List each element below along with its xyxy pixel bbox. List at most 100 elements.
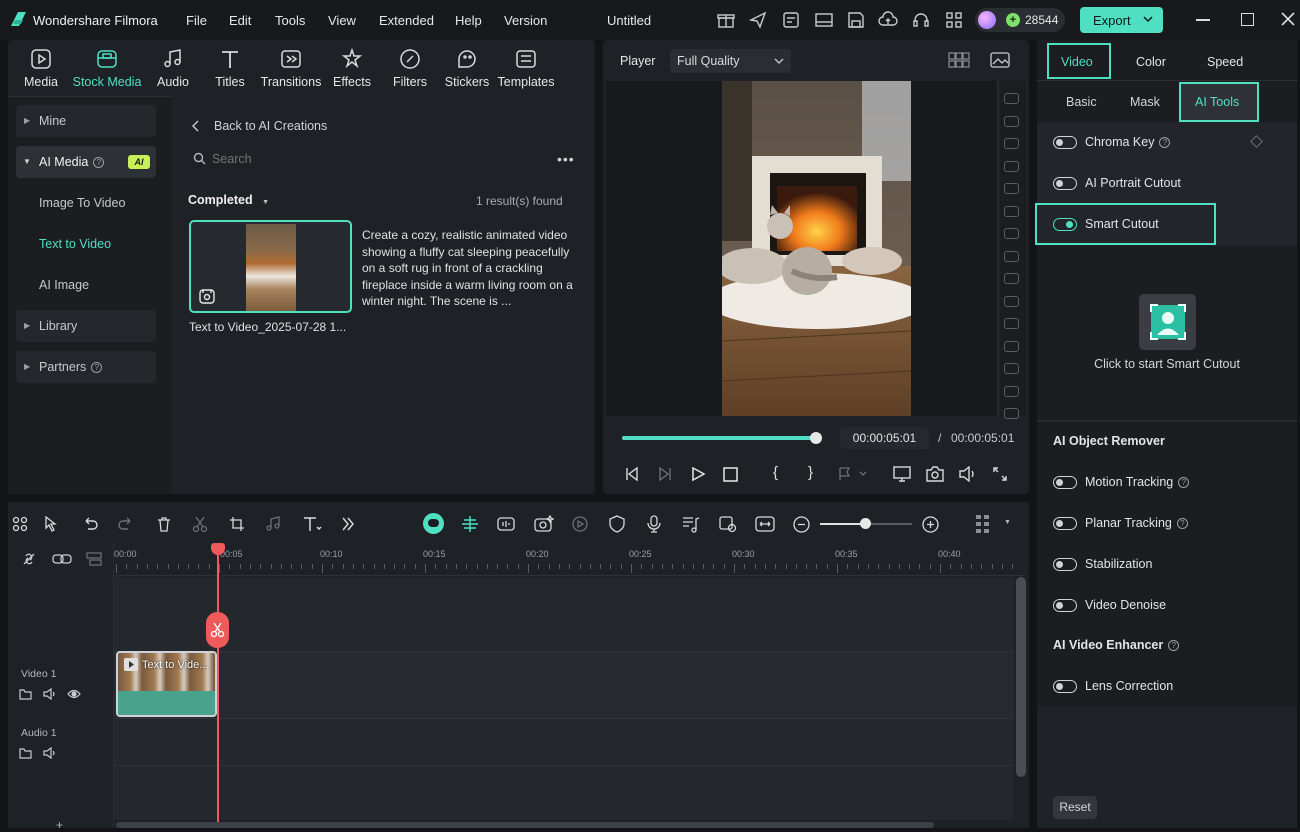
sidebar-item-text-to-video[interactable]: Text to Video (39, 237, 111, 251)
caret-down-icon[interactable]: ▼ (1004, 519, 1011, 526)
image-icon[interactable] (990, 52, 1010, 68)
titles-tab-icon[interactable] (219, 48, 241, 70)
media-tab-icon[interactable] (30, 48, 52, 70)
help-icon[interactable]: ? (91, 362, 103, 373)
tab-speed[interactable]: Speed (1207, 55, 1243, 69)
subtab-mask[interactable]: Mask (1130, 95, 1160, 109)
mark-in-icon[interactable]: { (773, 464, 778, 481)
chroma-key-toggle[interactable] (1053, 136, 1077, 149)
grid-view-icon[interactable] (948, 52, 970, 68)
undo-icon[interactable] (82, 516, 98, 532)
horizontal-scrollbar[interactable] (116, 822, 934, 828)
stock-media-tab-icon[interactable] (96, 48, 118, 70)
more-tools-icon[interactable] (341, 516, 355, 532)
tab-titles[interactable]: Titles (195, 75, 265, 89)
motion-tracking-toggle[interactable] (1053, 476, 1077, 489)
video-track-eye-icon[interactable] (67, 689, 81, 699)
effects-tab-icon[interactable] (341, 48, 363, 70)
templates-tab-icon[interactable] (515, 48, 537, 70)
back-to-ai-creations[interactable]: Back to AI Creations (214, 119, 327, 133)
video-clip[interactable]: Text to Vide... (116, 651, 217, 717)
sidebar-item-partners[interactable]: ▶ Partners? (16, 351, 156, 383)
display-icon[interactable] (893, 466, 911, 482)
planar-tracking-toggle[interactable] (1053, 517, 1077, 530)
sidebar-item-ai-image[interactable]: AI Image (39, 278, 89, 292)
video-track-volume-icon[interactable] (43, 688, 57, 700)
play-icon[interactable] (690, 466, 706, 482)
timeline-grid-icon[interactable] (975, 514, 991, 534)
help-icon[interactable]: ? (1168, 640, 1180, 651)
quality-select[interactable]: Full Quality (670, 49, 791, 73)
progress-track[interactable] (622, 436, 816, 440)
menu-view[interactable]: View (328, 13, 356, 28)
filter-completed[interactable]: Completed ▼ (188, 193, 269, 207)
crop-icon[interactable] (229, 516, 245, 532)
audio-track-volume-icon[interactable] (43, 747, 57, 759)
reset-button[interactable]: Reset (1053, 796, 1097, 819)
snap-icon[interactable] (461, 515, 479, 533)
menu-version[interactable]: Version (504, 13, 547, 28)
layout-grid-icon[interactable] (12, 516, 28, 532)
help-icon[interactable]: ? (1159, 137, 1171, 148)
microphone-icon[interactable] (646, 515, 662, 533)
stabilization-toggle[interactable] (1053, 558, 1077, 571)
stickers-tab-icon[interactable] (456, 48, 478, 70)
video-denoise-toggle[interactable] (1053, 599, 1077, 612)
smart-cutout-button[interactable] (1139, 294, 1196, 350)
zoom-slider-knob[interactable] (860, 518, 871, 529)
close-icon[interactable] (1281, 12, 1295, 26)
cloud-upload-icon[interactable] (878, 10, 898, 30)
sidebar-item-ai-media[interactable]: ▼ AI Media? AI (16, 146, 156, 178)
sidebar-item-image-to-video[interactable]: Image To Video (39, 196, 125, 210)
lens-correction-toggle[interactable] (1053, 680, 1077, 693)
preview-video[interactable] (722, 81, 911, 416)
select-tool-icon[interactable] (44, 516, 62, 532)
video-track-folder-icon[interactable] (19, 688, 32, 700)
media-thumbnail[interactable] (189, 220, 352, 313)
mark-out-icon[interactable]: } (808, 464, 813, 481)
tab-color[interactable]: Color (1136, 55, 1166, 69)
tab-media[interactable]: Media (6, 75, 76, 89)
grid-apps-icon[interactable] (944, 10, 964, 30)
speech-icon[interactable] (497, 515, 515, 533)
credits-badge[interactable]: + 28544 (975, 8, 1065, 32)
subtab-basic[interactable]: Basic (1066, 95, 1097, 109)
fit-icon[interactable] (755, 515, 775, 533)
gift-icon[interactable] (716, 10, 736, 30)
audio-edit-icon[interactable] (265, 516, 281, 532)
more-options-icon[interactable]: ••• (557, 152, 575, 166)
maximize-icon[interactable] (1241, 13, 1254, 26)
volume-icon[interactable] (959, 466, 977, 482)
export-button[interactable]: Export (1080, 7, 1163, 33)
magnet-icon[interactable] (21, 551, 37, 567)
menu-extended[interactable]: Extended (379, 13, 434, 28)
ai-effects-icon[interactable] (534, 515, 554, 533)
fullscreen-icon[interactable] (993, 467, 1007, 481)
track-layout-icon[interactable] (86, 552, 102, 566)
save-icon[interactable] (846, 10, 866, 30)
menu-file[interactable]: File (186, 13, 207, 28)
help-icon[interactable]: ? (1178, 477, 1190, 488)
ai-copilot-icon[interactable] (423, 513, 444, 534)
layout-icon[interactable] (814, 10, 834, 30)
minimize-icon[interactable] (1196, 19, 1210, 21)
stop-icon[interactable] (723, 467, 738, 482)
tab-transitions[interactable]: Transitions (256, 75, 326, 89)
sidebar-item-mine[interactable]: ▶ Mine (16, 105, 156, 137)
tab-templates[interactable]: Templates (491, 75, 561, 89)
redo-icon[interactable] (118, 516, 134, 532)
zoom-in-icon[interactable] (922, 516, 939, 533)
split-icon[interactable] (192, 516, 208, 532)
link-icon[interactable] (52, 552, 72, 566)
vertical-scrollbar[interactable] (1016, 577, 1026, 777)
send-icon[interactable] (748, 10, 768, 30)
clip-preview-icon[interactable] (719, 515, 737, 533)
snapshot-icon[interactable] (926, 466, 944, 482)
transitions-tab-icon[interactable] (280, 48, 302, 70)
auto-beat-icon[interactable] (571, 515, 589, 533)
marker-icon[interactable] (838, 467, 868, 481)
tab-stock-media[interactable]: Stock Media (72, 75, 142, 89)
text-tool-icon[interactable] (302, 515, 322, 533)
menu-help[interactable]: Help (455, 13, 482, 28)
cut-marker[interactable] (206, 612, 229, 648)
